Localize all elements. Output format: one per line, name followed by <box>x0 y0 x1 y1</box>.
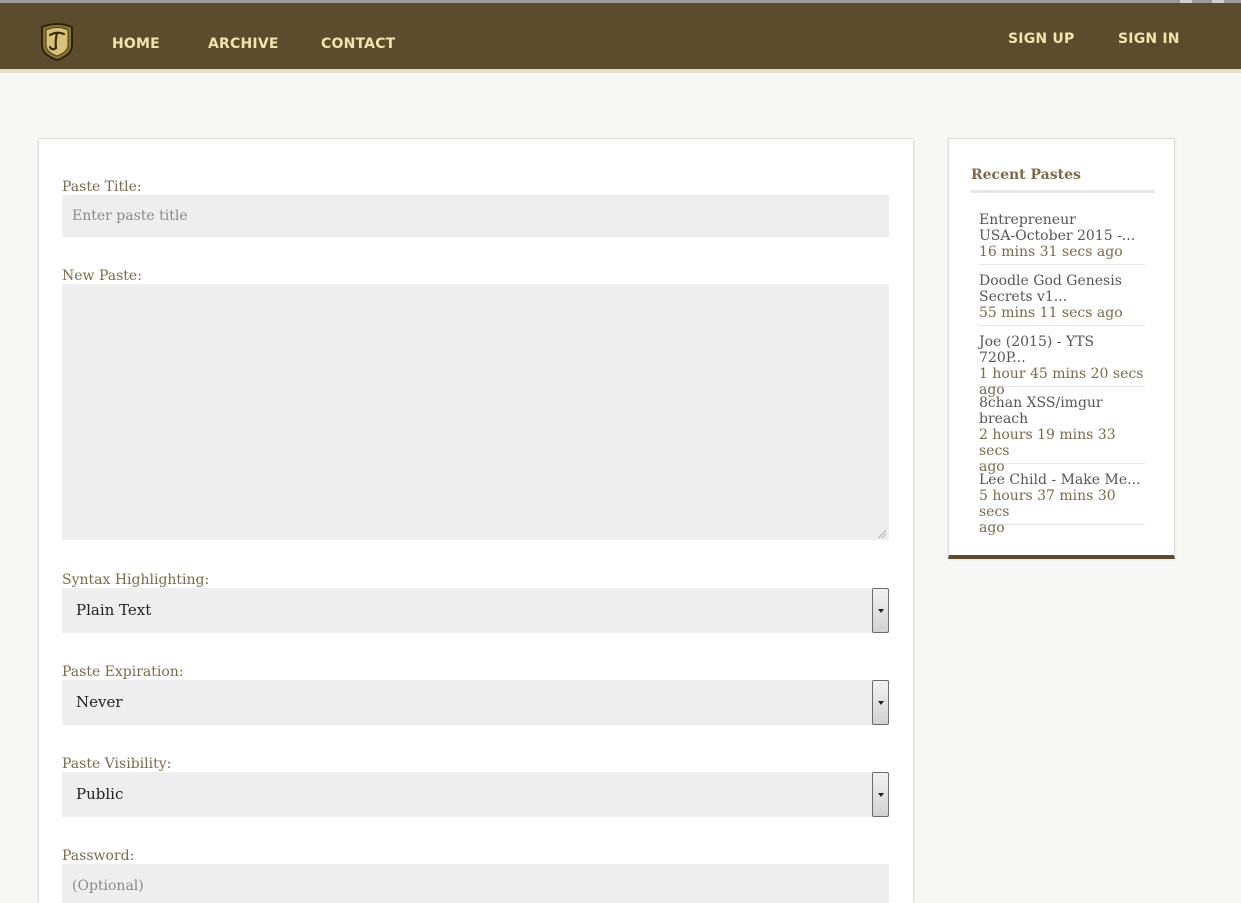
recent-paste-item[interactable]: Doodle God Genesis Secrets v1... 55 mins… <box>979 273 1145 326</box>
recent-paste-title: Secrets v1... <box>979 289 1068 305</box>
recent-paste-item[interactable]: 8chan XSS/imgur breach 2 hours 19 mins 3… <box>979 395 1145 475</box>
recent-paste-title: Entrepreneur <box>979 212 1076 228</box>
site-logo-icon[interactable] <box>38 21 76 62</box>
nav-contact-link[interactable]: CONTACT <box>321 36 395 52</box>
recent-paste-title: Lee Child - Make Me... <box>979 472 1141 488</box>
paste-visibility-select[interactable]: Public <box>62 772 889 817</box>
recent-paste-time: 16 mins 31 secs ago <box>979 244 1123 260</box>
recent-paste-title: Joe (2015) - YTS 720P... <box>979 334 1095 366</box>
new-paste-label: New Paste: <box>62 268 142 284</box>
recent-paste-item[interactable]: Entrepreneur USA-October 2015 -... 16 mi… <box>979 212 1145 265</box>
password-input[interactable] <box>62 864 889 903</box>
paste-title-label: Paste Title: <box>62 179 142 195</box>
paste-visibility-label: Paste Visibility: <box>62 756 172 772</box>
dropdown-arrow-icon[interactable] <box>872 588 889 633</box>
paste-expiration-label: Paste Expiration: <box>62 664 184 680</box>
expiration-selected-value: Never <box>76 693 123 711</box>
recent-paste-title: Doodle God Genesis <box>979 273 1122 289</box>
recent-paste-time: ago <box>979 520 1005 536</box>
recent-paste-title: breach <box>979 411 1029 427</box>
recent-paste-item[interactable]: Joe (2015) - YTS 720P... 1 hour 45 mins … <box>979 334 1145 398</box>
resize-grip-icon[interactable] <box>877 529 886 538</box>
recent-paste-time: 5 hours 37 mins 30 secs <box>979 488 1116 520</box>
new-paste-form: Paste Title: New Paste: Syntax Highlight… <box>38 138 914 903</box>
recent-paste-time: 2 hours 19 mins 33 secs <box>979 427 1116 459</box>
navbar-accent-stripe <box>0 69 1241 73</box>
recent-paste-time: 1 hour 45 mins 20 secs <box>979 366 1144 382</box>
recent-paste-time: 55 mins 11 secs ago <box>979 305 1123 321</box>
recent-pastes-panel: Recent Pastes Entrepreneur USA-October 2… <box>948 138 1175 559</box>
recent-paste-title: 8chan XSS/imgur <box>979 395 1103 411</box>
nav-archive-link[interactable]: ARCHIVE <box>208 36 279 52</box>
syntax-highlighting-label: Syntax Highlighting: <box>62 572 210 588</box>
top-navbar: HOME ARCHIVE CONTACT SIGN UP SIGN IN <box>0 3 1241 69</box>
syntax-selected-value: Plain Text <box>76 601 152 619</box>
paste-content-textarea[interactable] <box>62 284 889 540</box>
recent-pastes-title: Recent Pastes <box>971 167 1081 183</box>
sign-in-link[interactable]: SIGN IN <box>1118 31 1180 47</box>
sign-up-link[interactable]: SIGN UP <box>1008 31 1074 47</box>
recent-paste-title: USA-October 2015 -... <box>979 228 1136 244</box>
recent-paste-item[interactable]: Lee Child - Make Me... 5 hours 37 mins 3… <box>979 472 1145 536</box>
title-divider <box>971 190 1155 193</box>
nav-home-link[interactable]: HOME <box>112 36 160 52</box>
visibility-selected-value: Public <box>76 785 124 803</box>
paste-expiration-select[interactable]: Never <box>62 680 889 725</box>
paste-title-input[interactable] <box>62 195 889 237</box>
dropdown-arrow-icon[interactable] <box>872 772 889 817</box>
password-label: Password: <box>62 848 135 864</box>
syntax-highlighting-select[interactable]: Plain Text <box>62 588 889 633</box>
dropdown-arrow-icon[interactable] <box>872 680 889 725</box>
